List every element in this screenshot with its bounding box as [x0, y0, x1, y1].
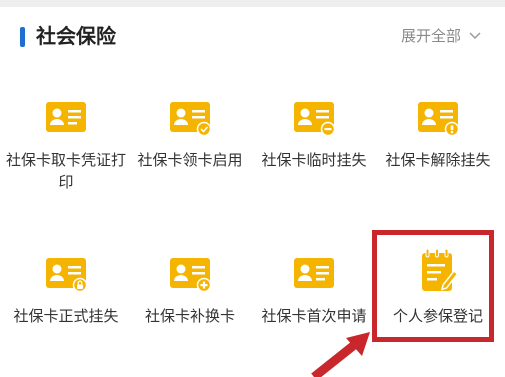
id-card-add-icon: [170, 258, 211, 293]
id-card-icon: [46, 102, 86, 132]
id-card-icon: [294, 258, 334, 288]
top-divider: [0, 0, 505, 7]
service-label: 社保卡取卡凭证打印: [5, 151, 126, 191]
section-header: 社会保险 展开全部: [0, 7, 505, 67]
service-label: 社保卡临时挂失: [261, 151, 367, 169]
id-card-lock-icon: [46, 258, 87, 293]
id-card-minus-icon: [294, 102, 335, 137]
id-card-check-icon: [170, 102, 211, 137]
service-label: 社保卡补换卡: [144, 307, 235, 325]
service-label: 社保卡领卡启用: [137, 151, 243, 169]
service-label: 社保卡正式挂失: [13, 307, 119, 325]
id-card-unlock-icon: [418, 102, 459, 137]
highlight-box: [372, 230, 494, 342]
section-title: 社会保险: [36, 24, 116, 48]
chevron-down-icon: [469, 32, 481, 40]
service-label: 社保卡首次申请: [261, 307, 367, 325]
arrow-pointer-icon: [311, 332, 370, 377]
expand-all-button[interactable]: 展开全部: [401, 25, 481, 47]
expand-all-label: 展开全部: [400, 27, 461, 45]
section-accent-bar: [20, 27, 25, 47]
service-label: 社保卡解除挂失: [385, 151, 491, 169]
